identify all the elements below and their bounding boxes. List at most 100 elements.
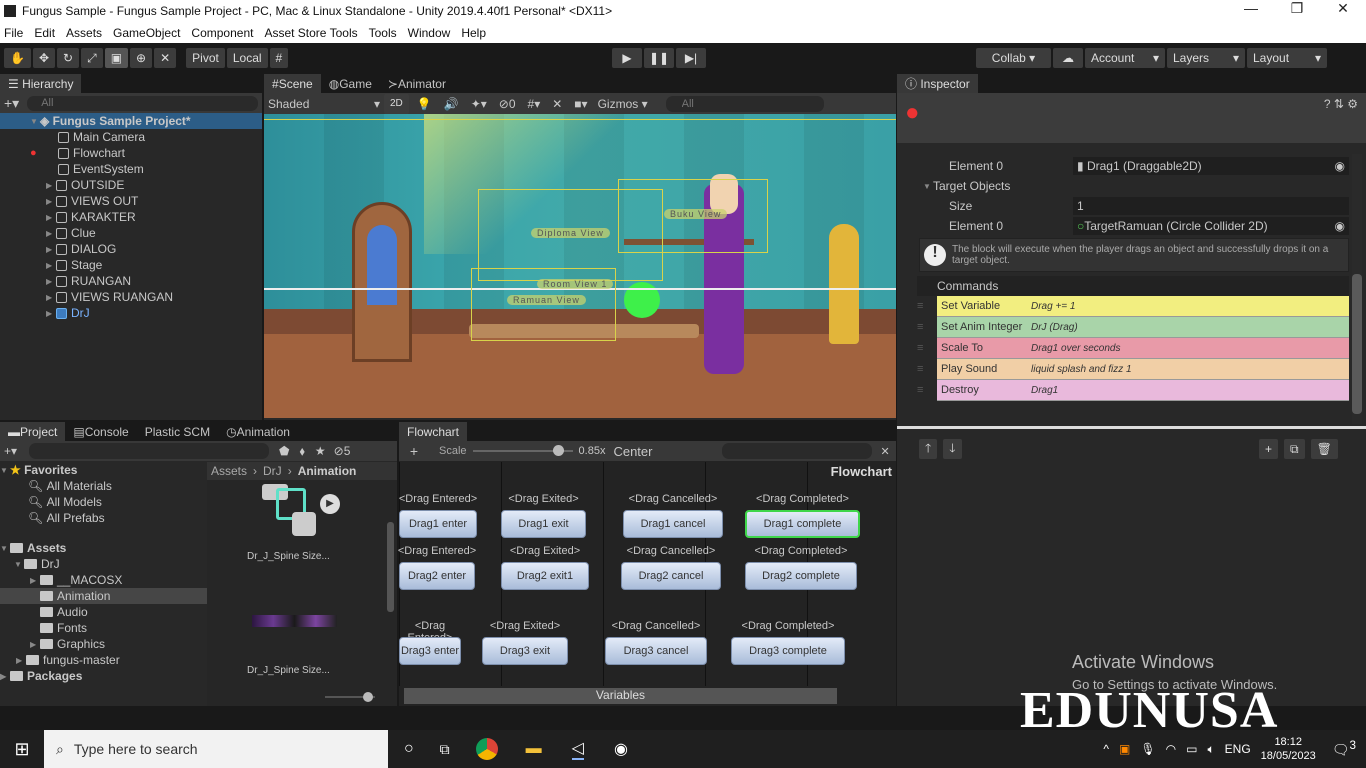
flowchart-block[interactable]: Drag1 exit — [501, 510, 586, 538]
hierarchy-item[interactable]: ▶ Clue — [46, 225, 262, 241]
flowchart-search-input[interactable] — [722, 443, 873, 459]
project-search-input[interactable] — [29, 443, 270, 459]
hierarchy-item[interactable]: EventSystem — [58, 161, 262, 177]
hierarchy-item[interactable]: ▶ DrJ — [46, 305, 262, 321]
center-button[interactable]: Center — [613, 444, 652, 459]
folder-item[interactable]: ▶ Graphics — [0, 636, 207, 652]
notification-icon[interactable]: 🗨︎3 — [1332, 739, 1356, 759]
pause-button[interactable]: ❚❚ — [644, 48, 674, 68]
spine-atlas-thumbnail[interactable] — [252, 615, 337, 627]
favorite-item[interactable]: 🔍︎ All Materials — [0, 478, 207, 494]
2d-toggle[interactable]: 2D — [384, 93, 409, 114]
favorite-item[interactable]: 🔍︎ All Prefabs — [0, 510, 207, 526]
folder-item[interactable]: ▶ fungus-master — [0, 652, 207, 668]
taskbar-search[interactable]: ⌕ Type here to search — [44, 730, 388, 768]
flowchart-block[interactable]: Drag3 complete — [731, 637, 845, 665]
grid-toggle-icon[interactable]: #▾ — [528, 97, 541, 111]
tools-icon[interactable]: ✕ — [552, 97, 562, 111]
menu-gameobject[interactable]: GameObject — [109, 26, 184, 40]
chrome-icon[interactable] — [475, 738, 498, 760]
tab-project[interactable]: ▬ Project — [0, 422, 66, 441]
delete-command-button[interactable]: 🗑 — [1310, 439, 1338, 459]
hierarchy-item[interactable]: ▶ RUANGAN — [46, 273, 262, 289]
move-tool-icon[interactable]: ✥ — [32, 48, 56, 68]
effects-icon[interactable]: ✦▾ — [471, 97, 487, 111]
hierarchy-item[interactable]: ▶ KARAKTER — [46, 209, 262, 225]
folder-item[interactable]: Audio — [0, 604, 207, 620]
menu-assets[interactable]: Assets — [62, 26, 106, 40]
hierarchy-item[interactable]: Flowchart — [58, 145, 262, 161]
icon-size-slider[interactable] — [325, 692, 375, 702]
task-view-icon[interactable]: ⧉ — [440, 741, 450, 758]
command-play-sound[interactable]: Play Sound liquid splash and fizz 1 — [937, 359, 1349, 380]
move-up-button[interactable]: 🡑 — [919, 439, 938, 459]
target-element-field[interactable]: ○TargetRamuan (Circle Collider 2D) ◉ — [1073, 217, 1349, 235]
menu-asset-store-tools[interactable]: Asset Store Tools — [260, 26, 361, 40]
volume-icon[interactable]: 🔈︎ — [1207, 742, 1214, 757]
cloud-icon[interactable]: ☁ — [1053, 48, 1083, 68]
scale-slider[interactable] — [472, 445, 573, 456]
flowchart-block[interactable]: Drag1 cancel — [623, 510, 723, 538]
create-icon[interactable]: +▾ — [4, 444, 17, 458]
tab-scene[interactable]: # Scene — [264, 74, 321, 93]
clock[interactable]: 18:12 18/05/2023 — [1261, 735, 1316, 763]
duplicate-command-button[interactable]: ⧉ — [1284, 439, 1305, 459]
microphone-icon[interactable]: 🎙︎ — [1140, 742, 1155, 756]
move-down-button[interactable]: 🡓 — [943, 439, 962, 459]
transform-tool-icon[interactable]: ⊕ — [130, 48, 153, 68]
settings-icon[interactable]: ? ⇅ ⚙ — [1324, 97, 1358, 111]
tab-animation[interactable]: ◷ Animation — [218, 422, 298, 441]
obs-icon[interactable]: ◉ — [614, 739, 628, 759]
tab-game[interactable]: ◍ Game — [321, 74, 380, 93]
breadcrumb-item[interactable]: DrJ — [263, 464, 282, 478]
tab-inspector[interactable]: ⓘ Inspector — [897, 74, 978, 93]
flowchart-block[interactable]: Drag3 enter — [399, 637, 461, 665]
animation-controller-icon[interactable]: ▶ — [262, 484, 340, 536]
scene-viewport[interactable]: Diploma View Buku View Room View 1 Ramua… — [264, 114, 896, 418]
scene-search-input[interactable] — [665, 95, 824, 112]
flowchart-block[interactable]: Drag3 exit — [482, 637, 568, 665]
favorite-star-icon[interactable]: ★ — [315, 444, 326, 458]
add-icon[interactable]: +▾ — [4, 95, 19, 112]
add-command-button[interactable]: + — [1259, 439, 1279, 459]
windows-start-icon[interactable]: ⊞ — [0, 739, 44, 760]
menu-help[interactable]: Help — [457, 26, 490, 40]
hidden-packages-icon[interactable]: ⊘5 — [334, 444, 351, 458]
inspector-scrollbar[interactable] — [1352, 154, 1362, 424]
variables-bar[interactable]: Variables — [404, 688, 837, 704]
camera-icon[interactable]: ■▾ — [574, 97, 587, 111]
close-button[interactable]: ✕ — [1320, 0, 1366, 17]
menu-edit[interactable]: Edit — [30, 26, 59, 40]
layout-dropdown[interactable]: Layout ▾ — [1247, 48, 1327, 68]
hierarchy-item[interactable]: ▶ VIEWS OUT — [46, 193, 262, 209]
tab-console[interactable]: ▤ Console — [65, 422, 136, 441]
local-toggle[interactable]: Local — [226, 48, 268, 68]
hierarchy-item[interactable]: ▶ DIALOG — [46, 241, 262, 257]
command-set-variable[interactable]: Set Variable Drag += 1 — [937, 296, 1349, 317]
object-picker-icon[interactable]: ◉ — [1335, 159, 1345, 173]
folder-item[interactable]: ▼ DrJ — [0, 556, 207, 572]
wifi-icon[interactable]: ◠ — [1166, 742, 1176, 756]
menu-file[interactable]: File — [0, 26, 27, 40]
hierarchy-item[interactable]: ▶ Stage — [46, 257, 262, 273]
favorite-item[interactable]: 🔍︎ All Models — [0, 494, 207, 510]
project-scrollbar[interactable] — [387, 522, 394, 612]
menu-component[interactable]: Component — [187, 26, 257, 40]
assets-folder[interactable]: ▼ Assets — [0, 540, 207, 556]
folder-item-selected[interactable]: Animation — [0, 588, 207, 604]
hierarchy-search-input[interactable] — [27, 95, 258, 111]
tab-flowchart[interactable]: Flowchart — [399, 422, 468, 441]
filter-type-icon[interactable]: ⬟ — [279, 444, 289, 458]
favorites-label[interactable]: Favorites — [24, 463, 77, 477]
folder-item[interactable]: Fonts — [0, 620, 207, 636]
hidden-objects-icon[interactable]: ⊘0 — [499, 97, 516, 111]
folder-item[interactable]: ▶ __MACOSX — [0, 572, 207, 588]
breadcrumb-item[interactable]: Animation — [298, 464, 357, 478]
tab-hierarchy[interactable]: ☰ Hierarchy — [0, 74, 82, 93]
flowchart-block[interactable]: Drag2 complete — [745, 562, 857, 590]
command-set-anim-integer[interactable]: Set Anim Integer DrJ (Drag) — [937, 317, 1349, 338]
hierarchy-item[interactable]: ▶ OUTSIDE — [46, 177, 262, 193]
asset-file-name[interactable]: Dr_J_Spine Size... — [247, 551, 330, 562]
maximize-button[interactable]: ❐ — [1274, 0, 1320, 17]
file-explorer-icon[interactable]: ▬ — [526, 740, 542, 758]
